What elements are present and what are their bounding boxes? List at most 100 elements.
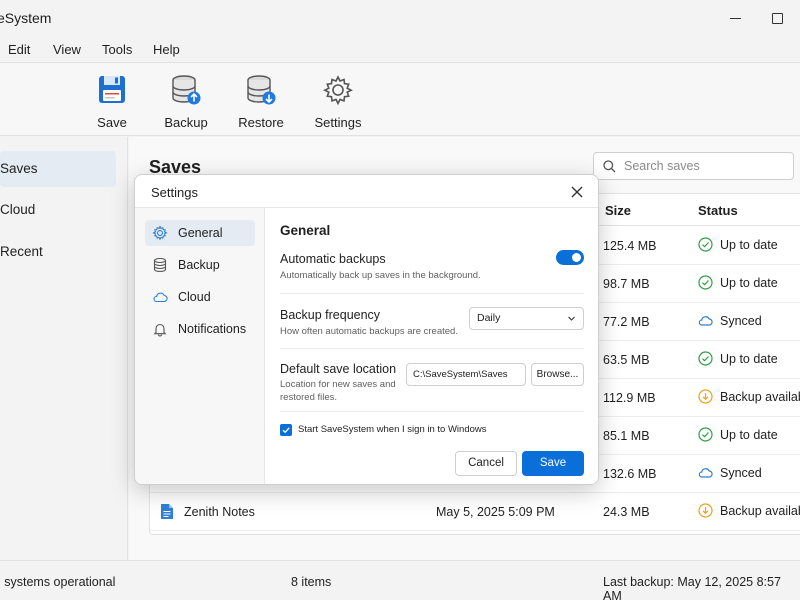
row-size: 63.5 MB [603,353,650,367]
save-button[interactable]: Save [77,73,147,130]
nav-general-label: General [178,226,223,240]
status-last-backup: Last backup: May 12, 2025 8:57 AM [603,575,781,600]
cloud-icon [698,468,713,478]
search-input[interactable] [624,157,784,175]
dialog-body: General Automatic backups Automatically … [266,208,598,484]
backup-label: Backup [164,115,208,130]
settings-button[interactable]: Settings [303,73,373,130]
menu-help[interactable]: Help [153,42,180,57]
sidebar: Saves Cloud Recent [0,137,128,560]
floppy-disk-icon [99,76,125,103]
divider [280,348,584,349]
browse-button[interactable]: Browse... [531,363,584,386]
row-status-text: Up to date [720,275,778,290]
row-status-text: Backup available [720,389,800,404]
save-location-input[interactable]: C:\SaveSystem\Saves [406,363,526,386]
cloud-icon [153,292,168,303]
startup-checkbox[interactable] [280,424,292,436]
auto-backups-label: Automatic backups [280,252,386,266]
cloud-icon [698,316,713,326]
check-circle-icon [698,237,713,252]
cancel-button[interactable]: Cancel [455,451,517,476]
row-size: 98.7 MB [603,277,650,291]
frequency-label: Backup frequency [280,308,381,322]
row-status: Up to date [698,351,778,366]
restore-label: Restore [238,115,284,130]
restore-button[interactable]: Restore [226,73,296,130]
backup-button[interactable]: Backup [151,73,221,130]
status-system: l systems operational [0,575,116,589]
nav-backup[interactable]: Backup [145,252,255,278]
toggle-knob [572,253,581,262]
gear-icon [323,75,353,106]
divider [280,411,584,412]
row-status-text: Up to date [720,351,778,366]
frequency-select[interactable]: Daily [469,307,584,330]
row-status: Up to date [698,275,778,290]
nav-cloud[interactable]: Cloud [145,284,255,310]
column-status[interactable]: Status [698,203,738,218]
row-status-text: Synced [720,465,762,480]
menu-tools[interactable]: Tools [102,42,132,57]
download-circle-icon [698,503,713,518]
window-title: veSystem [0,10,52,26]
save-settings-button[interactable]: Save [522,451,584,476]
sidebar-item-recent[interactable]: Recent [0,234,116,270]
chevron-down-icon [568,316,575,321]
startup-label: Start SaveSystem when I sign in to Windo… [298,424,487,435]
search-box[interactable] [593,152,794,180]
row-size: 112.9 MB [603,391,656,405]
check-circle-icon [698,427,713,442]
settings-dialog: Settings General Backup Cloud Notificati… [134,174,599,485]
row-status: Backup available [698,503,800,518]
menu-view[interactable]: View [53,42,81,57]
location-desc-2: restored files. [280,392,338,403]
sidebar-item-cloud[interactable]: Cloud [0,192,116,228]
column-size[interactable]: Size [605,203,631,218]
check-circle-icon [698,275,713,290]
row-status-text: Up to date [720,237,778,252]
minimize-icon [729,17,741,19]
minimize-button[interactable] [720,6,750,30]
auto-backups-toggle[interactable] [556,250,584,265]
row-status: Synced [698,465,762,480]
row-modified: May 5, 2025 5:09 PM [436,505,555,519]
dialog-nav: General Backup Cloud Notifications [135,208,265,484]
dialog-title: Settings [151,185,198,200]
document-icon [161,504,173,519]
row-status-text: Up to date [720,427,778,442]
row-name: Zenith Notes [160,503,255,520]
menu-edit[interactable]: Edit [8,42,30,57]
status-item-count: 8 items [291,575,332,589]
row-status: Synced [698,313,762,328]
auto-backups-desc: Automatically back up saves in the backg… [280,270,481,281]
location-label: Default save location [280,362,397,376]
nav-notifications-label: Notifications [178,322,247,336]
row-status-text: Backup available [720,503,800,518]
database-upload-icon [172,75,201,105]
close-button[interactable] [567,183,587,201]
database-icon [153,257,167,273]
row-status-text: Synced [720,313,762,328]
row-status: Up to date [698,237,778,252]
section-title: General [280,223,331,238]
nav-notifications[interactable]: Notifications [145,316,255,342]
close-icon [571,186,583,198]
sidebar-item-saves[interactable]: Saves [0,151,116,187]
row-size: 24.3 MB [603,505,650,519]
location-desc-1: Location for new saves and [280,379,396,390]
nav-general[interactable]: General [145,220,255,246]
database-download-icon [247,75,276,105]
nav-cloud-label: Cloud [178,290,211,304]
maximize-button[interactable] [762,6,792,30]
row-name-text: Zenith Notes [184,504,255,519]
menu-bar: Edit View Tools Help [0,36,800,62]
nav-backup-label: Backup [178,258,220,272]
table-row[interactable]: Zenith Notes May 5, 2025 5:09 PM 24.3 MB Ba… [150,493,800,531]
bell-icon [153,323,167,337]
title-bar: veSystem [0,0,800,36]
checkmark-icon [282,427,290,434]
check-circle-icon [698,351,713,366]
status-bar: l systems operational 8 items Last backu… [0,560,800,600]
divider [280,293,584,294]
